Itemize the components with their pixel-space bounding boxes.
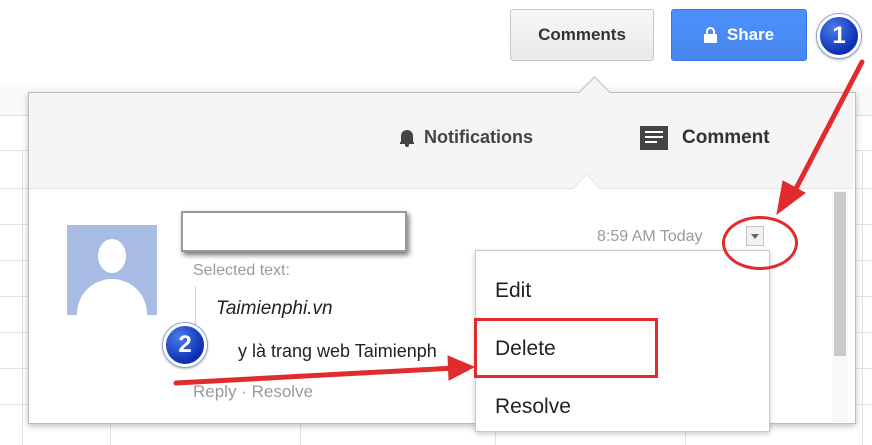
quoted-text: Taimienphi.vn	[216, 298, 333, 319]
scrollbar-thumb[interactable]	[834, 192, 846, 356]
reply-link[interactable]: Reply	[193, 382, 236, 401]
author-name-redacted	[181, 211, 407, 252]
lock-icon	[703, 27, 717, 43]
share-button[interactable]: Share	[671, 9, 807, 61]
notifications-button[interactable]: Notifications	[400, 127, 533, 148]
selected-text-label: Selected text:	[193, 262, 290, 279]
comments-button[interactable]: Comments	[510, 9, 654, 61]
user-avatar	[67, 225, 157, 315]
delete-highlight-box	[474, 318, 658, 378]
notifications-label: Notifications	[424, 127, 534, 147]
step-2-badge: 2	[163, 323, 207, 367]
share-button-label: Share	[726, 25, 775, 44]
comment-icon	[640, 126, 668, 150]
dropdown-highlight-circle	[722, 216, 798, 270]
separator: ·	[241, 382, 247, 401]
step-1-badge: 1	[817, 14, 861, 58]
resolve-link[interactable]: Resolve	[252, 382, 313, 401]
comment-actions: Reply · Resolve	[193, 382, 313, 402]
comment-timestamp: 8:59 AM Today	[597, 228, 703, 245]
quote-bar	[195, 286, 196, 326]
bell-icon	[400, 129, 414, 147]
comment-body: y là trang web Taimienph	[238, 341, 437, 361]
comments-button-label: Comments	[538, 25, 626, 44]
comment-button-label: Comment	[682, 127, 770, 148]
add-comment-button[interactable]: Comment	[640, 126, 770, 150]
menu-item-edit[interactable]: Edit	[495, 279, 531, 303]
menu-item-resolve[interactable]: Resolve	[495, 395, 571, 419]
